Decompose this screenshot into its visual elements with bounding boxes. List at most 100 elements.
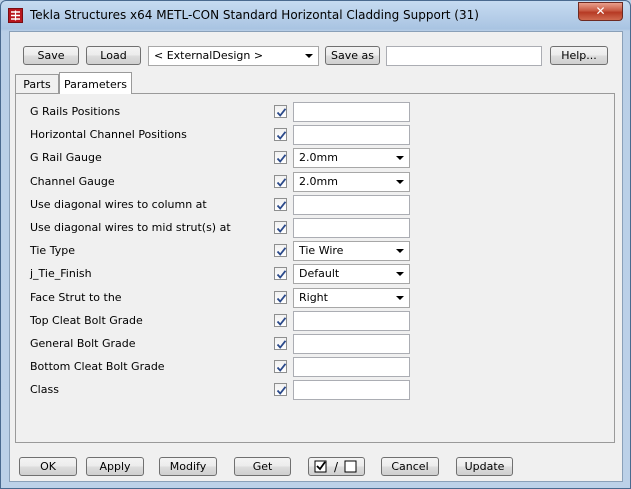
load-button[interactable]: Load (86, 46, 141, 65)
parameter-select-value: Right (299, 291, 328, 304)
checkmark-icon (276, 247, 287, 256)
parameter-select-value: Tie Wire (299, 244, 344, 257)
parameter-row: Top Cleat Bolt Grade (16, 310, 616, 333)
parameter-enable-checkbox[interactable] (274, 105, 287, 118)
parameter-enable-checkbox[interactable] (274, 291, 287, 304)
window-title: Tekla Structures x64 METL-CON Standard H… (30, 8, 479, 22)
parameter-enable-checkbox[interactable] (274, 151, 287, 164)
tab-bar: Parts Parameters (15, 72, 615, 94)
parameter-label: Horizontal Channel Positions (30, 128, 187, 141)
checkmark-icon (276, 224, 287, 233)
parameter-label: j_Tie_Finish (30, 267, 92, 280)
chevron-down-icon (396, 180, 404, 184)
parameter-select-value: 2.0mm (299, 151, 338, 164)
parameter-label: Bottom Cleat Bolt Grade (30, 360, 165, 373)
parameter-label: Use diagonal wires to mid strut(s) at (30, 221, 231, 234)
checkmark-icon (276, 340, 287, 349)
parameter-label: Top Cleat Bolt Grade (30, 314, 143, 327)
parameter-input[interactable] (293, 380, 410, 400)
checkmark-icon (276, 363, 287, 372)
dialog-window: Tekla Structures x64 METL-CON Standard H… (0, 0, 631, 489)
dialog-client-area: Save Load < ExternalDesign > Save as Hel… (9, 31, 623, 482)
parameter-label: Tie Type (30, 244, 75, 257)
update-button[interactable]: Update (456, 457, 513, 476)
parameter-select[interactable]: 2.0mm (293, 148, 410, 168)
checkmark-icon (276, 131, 287, 140)
checkmark-icon (276, 317, 287, 326)
parameter-enable-checkbox[interactable] (274, 383, 287, 396)
chevron-down-icon (396, 272, 404, 276)
tab-parts[interactable]: Parts (15, 74, 59, 94)
parameter-enable-checkbox[interactable] (274, 314, 287, 327)
parameter-enable-checkbox[interactable] (274, 175, 287, 188)
parameter-enable-checkbox[interactable] (274, 337, 287, 350)
parameter-row: j_Tie_Finish Default (16, 263, 616, 286)
toggle-separator: / (334, 460, 339, 474)
get-button[interactable]: Get (234, 457, 291, 476)
parameter-input[interactable] (293, 125, 410, 145)
parameter-select[interactable]: 2.0mm (293, 172, 410, 192)
parameter-row: General Bolt Grade (16, 333, 616, 356)
parameter-select[interactable]: Right (293, 288, 410, 308)
tekla-logo-icon (8, 8, 23, 23)
parameter-enable-checkbox[interactable] (274, 360, 287, 373)
parameter-enable-checkbox[interactable] (274, 267, 287, 280)
parameter-input[interactable] (293, 218, 410, 238)
parameter-input[interactable] (293, 195, 410, 215)
parameter-row: Use diagonal wires to column at (16, 194, 616, 217)
save-as-button[interactable]: Save as (325, 46, 380, 65)
parameter-input[interactable] (293, 102, 410, 122)
chevron-down-icon (396, 249, 404, 253)
close-icon: ✕ (595, 4, 606, 18)
save-button[interactable]: Save (23, 46, 79, 65)
parameter-enable-checkbox[interactable] (274, 244, 287, 257)
chevron-down-icon (305, 54, 313, 58)
checkmark-icon (276, 294, 287, 303)
checkmark-icon (276, 108, 287, 117)
help-button[interactable]: Help... (550, 46, 608, 65)
parameter-row: Channel Gauge 2.0mm (16, 171, 616, 194)
tab-parameters[interactable]: Parameters (59, 72, 132, 94)
parameter-row: Bottom Cleat Bolt Grade (16, 356, 616, 379)
parameter-row: G Rails Positions (16, 101, 616, 124)
parameter-row: Tie Type Tie Wire (16, 240, 616, 263)
parameter-label: General Bolt Grade (30, 337, 136, 350)
parameter-enable-checkbox[interactable] (274, 198, 287, 211)
parameter-select-value: 2.0mm (299, 175, 338, 188)
parameter-input[interactable] (293, 311, 410, 331)
parameter-enable-checkbox[interactable] (274, 128, 287, 141)
parameter-select[interactable]: Default (293, 264, 410, 284)
parameter-select[interactable]: Tie Wire (293, 241, 410, 261)
parameter-label: G Rails Positions (30, 105, 121, 118)
save-as-name-input[interactable] (386, 46, 542, 66)
parameter-enable-checkbox[interactable] (274, 221, 287, 234)
chevron-down-icon (396, 156, 404, 160)
parameter-row: Face Strut to the Right (16, 287, 616, 310)
toggle-checkboxes-icon: / (314, 460, 357, 474)
cancel-button[interactable]: Cancel (381, 457, 439, 476)
parameter-label: Class (30, 383, 59, 396)
toggle-all-checkboxes-button[interactable]: / (308, 457, 365, 476)
modify-button[interactable]: Modify (159, 457, 217, 476)
preset-select[interactable]: < ExternalDesign > (148, 46, 319, 66)
parameter-row: G Rail Gauge 2.0mm (16, 147, 616, 170)
parameter-input[interactable] (293, 334, 410, 354)
title-bar[interactable]: Tekla Structures x64 METL-CON Standard H… (1, 1, 630, 31)
checkmark-icon (276, 201, 287, 210)
parameter-label: G Rail Gauge (30, 151, 102, 164)
parameter-row: Horizontal Channel Positions (16, 124, 616, 147)
chevron-down-icon (396, 296, 404, 300)
checkmark-icon (276, 178, 287, 187)
parameter-label: Use diagonal wires to column at (30, 198, 207, 211)
close-button[interactable]: ✕ (578, 2, 623, 21)
parameters-panel: G Rails Positions Horizontal Channel Posi… (15, 93, 615, 443)
preset-select-value: < ExternalDesign > (154, 49, 264, 62)
parameter-label: Face Strut to the (30, 291, 122, 304)
parameter-row: Use diagonal wires to mid strut(s) at (16, 217, 616, 240)
apply-button[interactable]: Apply (86, 457, 144, 476)
parameter-row: Class (16, 379, 616, 402)
ok-button[interactable]: OK (19, 457, 77, 476)
parameter-label: Channel Gauge (30, 175, 115, 188)
parameter-input[interactable] (293, 357, 410, 377)
parameter-select-value: Default (299, 267, 340, 280)
